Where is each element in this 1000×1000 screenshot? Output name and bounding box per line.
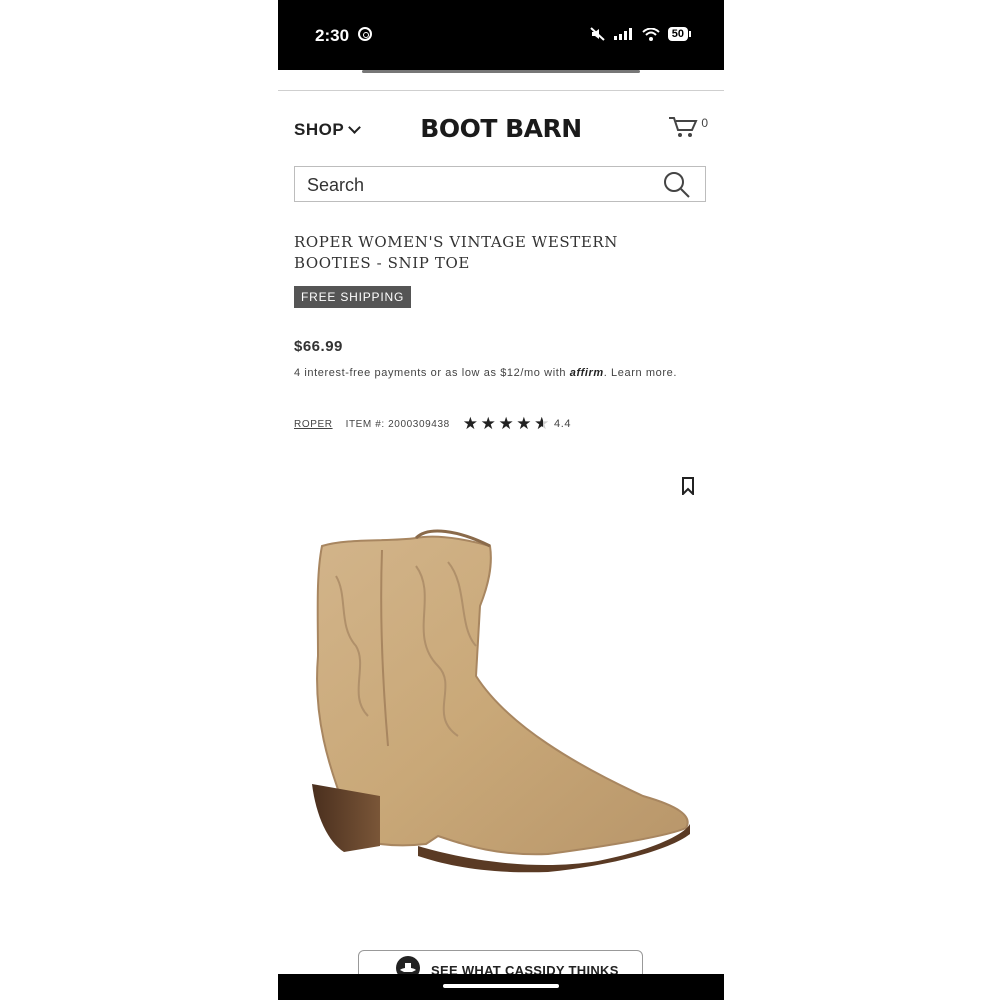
- browser-toolbar: [278, 70, 724, 91]
- cart-button[interactable]: 0: [668, 116, 708, 138]
- cart-count: 0: [701, 116, 708, 130]
- rating-value: 4.4: [553, 418, 572, 430]
- star-icon: ★: [480, 414, 497, 433]
- star-icon: ★: [516, 414, 533, 433]
- battery-indicator: 50: [667, 27, 692, 41]
- bookmark-icon: [682, 477, 694, 497]
- search-bar: [294, 166, 706, 202]
- product-price: $66.99: [294, 338, 343, 355]
- affirm-logo: affirm: [569, 367, 604, 379]
- product-meta: ROPER ITEM #: 2000309438 ★ ★ ★ ★ ★ ★ 4.4: [294, 414, 572, 433]
- site-header: SHOP BOOT BARN 0: [278, 96, 724, 166]
- system-nav-bar: [278, 974, 724, 1000]
- wifi-icon: [642, 27, 660, 41]
- star-icon: ★: [462, 414, 479, 433]
- signal-icon: [613, 28, 634, 40]
- browser-handle: [362, 70, 640, 73]
- phone-screen: 2:30 50 SHOP BOOT BARN 0 Search ROPER WO…: [278, 0, 724, 1000]
- status-icons: 50: [590, 27, 692, 41]
- status-time: 2:30: [315, 26, 350, 45]
- star-icon: ★: [498, 414, 515, 433]
- installments-prefix: 4 interest-free payments or as low as $1…: [294, 367, 567, 379]
- search-icon[interactable]: [663, 171, 691, 199]
- mute-icon: [590, 27, 606, 41]
- home-indicator[interactable]: [443, 984, 559, 988]
- product-image[interactable]: [308, 516, 698, 896]
- item-number: ITEM #: 2000309438: [345, 418, 450, 430]
- free-shipping-badge: FREE SHIPPING: [294, 286, 412, 308]
- brand-link[interactable]: ROPER: [294, 419, 333, 430]
- learn-more-link[interactable]: . Learn more.: [604, 367, 677, 379]
- hotspot-icon: [358, 27, 372, 41]
- status-bar: 2:30 50: [278, 0, 724, 70]
- bookmark-button[interactable]: [681, 477, 695, 500]
- star-rating[interactable]: ★ ★ ★ ★ ★ ★ 4.4: [462, 414, 572, 433]
- site-logo[interactable]: BOOT BARN: [278, 114, 724, 143]
- half-star-icon: ★ ★: [534, 414, 550, 433]
- product-title: ROPER WOMEN'S VINTAGE WESTERN BOOTIES - …: [294, 233, 619, 272]
- cart-icon: [669, 117, 698, 137]
- search-input[interactable]: [305, 172, 649, 198]
- installments-text: 4 interest-free payments or as low as $1…: [294, 365, 704, 382]
